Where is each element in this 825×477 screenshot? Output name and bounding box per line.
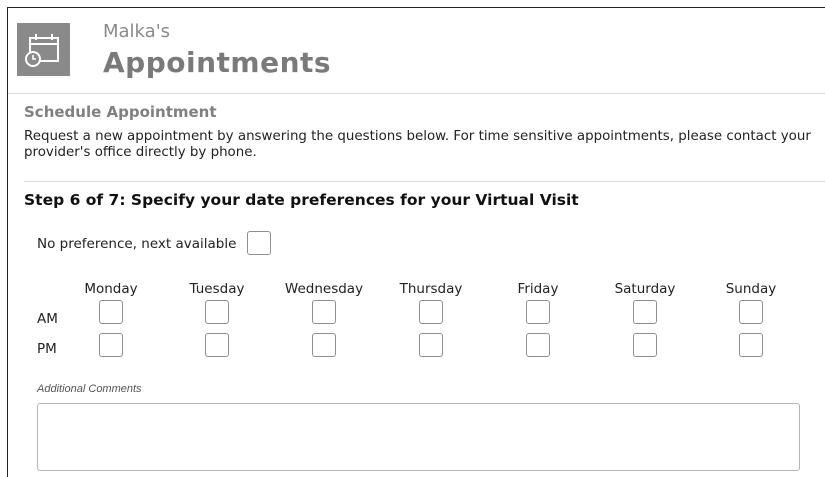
day-header-tuesday: Tuesday bbox=[189, 281, 245, 297]
page-title: Appointments bbox=[103, 46, 332, 79]
checkbox-wednesday-am[interactable] bbox=[312, 300, 336, 324]
checkbox-saturday-pm[interactable] bbox=[633, 333, 657, 357]
calendar-clock-icon bbox=[17, 23, 70, 76]
comments-label: Additional Comments bbox=[37, 383, 142, 395]
checkbox-monday-pm[interactable] bbox=[99, 333, 123, 357]
step-title: Step 6 of 7: Specify your date preferenc… bbox=[24, 191, 579, 209]
day-header-wednesday: Wednesday bbox=[284, 281, 364, 297]
owner-name: Malka's bbox=[103, 21, 171, 42]
checkbox-tuesday-am[interactable] bbox=[205, 300, 229, 324]
checkbox-wednesday-pm[interactable] bbox=[312, 333, 336, 357]
intro-text: Request a new appointment by answering t… bbox=[24, 129, 811, 160]
app-frame: Malka's Appointments Schedule Appointmen… bbox=[7, 7, 825, 477]
checkbox-sunday-am[interactable] bbox=[739, 300, 763, 324]
checkbox-monday-am[interactable] bbox=[99, 300, 123, 324]
day-header-sunday: Sunday bbox=[725, 281, 777, 297]
checkbox-friday-am[interactable] bbox=[526, 300, 550, 324]
app-header: Malka's Appointments bbox=[8, 8, 825, 93]
checkbox-thursday-am[interactable] bbox=[419, 300, 443, 324]
day-header-monday: Monday bbox=[84, 281, 138, 297]
row-label-am: AM bbox=[37, 311, 58, 327]
section-divider bbox=[24, 181, 825, 182]
header-divider bbox=[8, 93, 825, 94]
no-preference-label: No preference, next available bbox=[37, 236, 237, 252]
day-header-thursday: Thursday bbox=[399, 281, 463, 297]
checkbox-saturday-am[interactable] bbox=[633, 300, 657, 324]
checkbox-tuesday-pm[interactable] bbox=[205, 333, 229, 357]
checkbox-sunday-pm[interactable] bbox=[739, 333, 763, 357]
row-label-pm: PM bbox=[37, 341, 57, 357]
checkbox-thursday-pm[interactable] bbox=[419, 333, 443, 357]
day-header-saturday: Saturday bbox=[614, 281, 676, 297]
section-title: Schedule Appointment bbox=[24, 103, 217, 121]
comments-textarea[interactable] bbox=[37, 403, 800, 471]
no-preference-checkbox[interactable] bbox=[247, 231, 271, 255]
day-header-friday: Friday bbox=[517, 281, 559, 297]
checkbox-friday-pm[interactable] bbox=[526, 333, 550, 357]
